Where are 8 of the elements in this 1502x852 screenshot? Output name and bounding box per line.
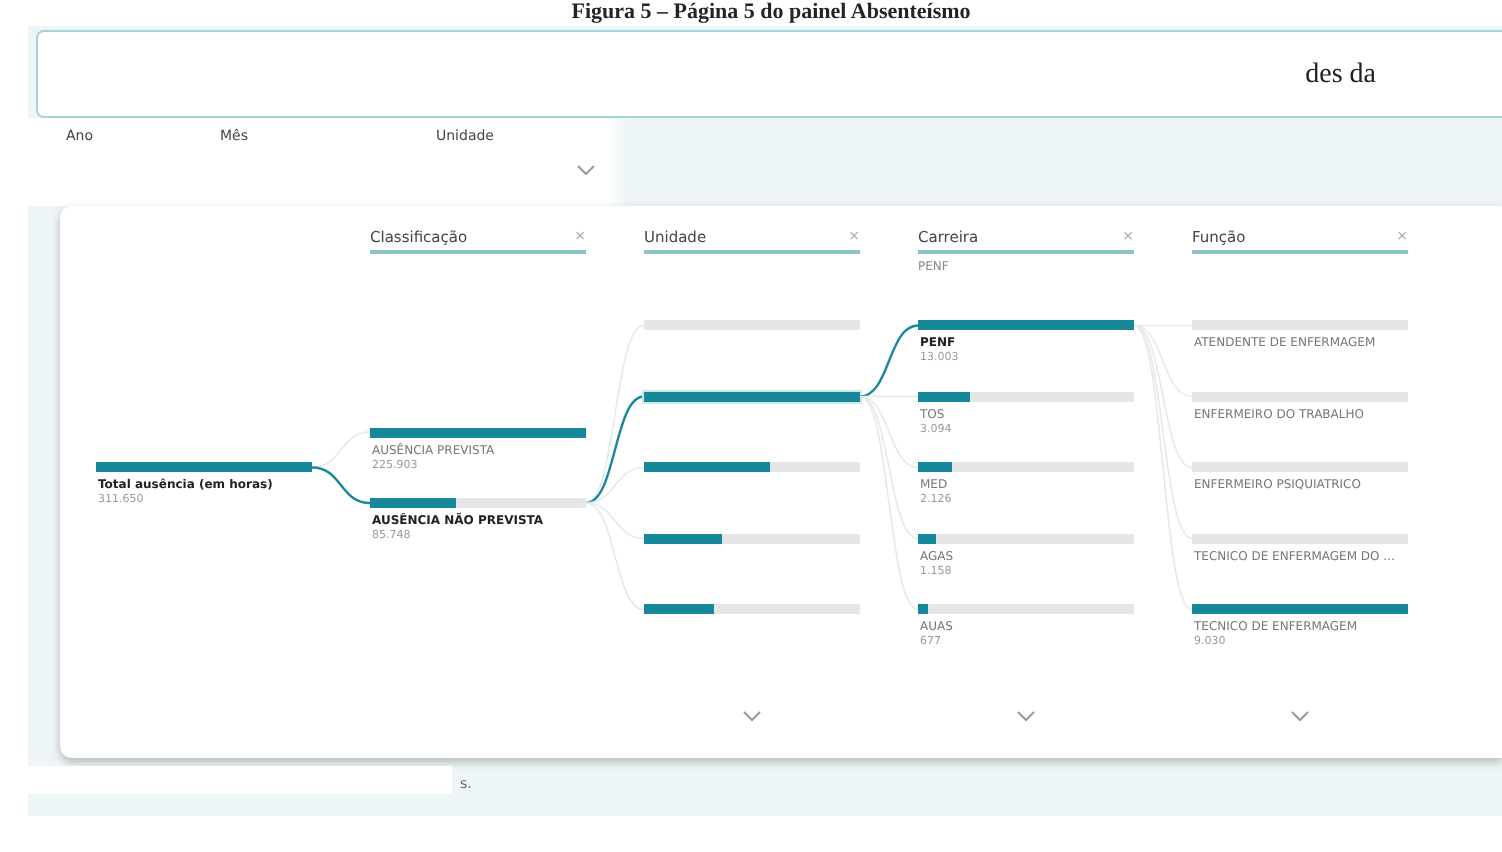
expand-chevron-icon[interactable]: [742, 709, 762, 722]
figure-caption: Figura 5 – Página 5 do painel Absenteísmo: [571, 0, 971, 26]
expand-chevron-icon[interactable]: [1290, 709, 1310, 722]
expand-chevron-icon[interactable]: [1016, 709, 1036, 722]
connector-line: [312, 431, 370, 469]
header-text: des da: [1305, 57, 1376, 93]
connector-line: [312, 466, 370, 505]
dropdown-chevron-icon[interactable]: [576, 163, 596, 176]
